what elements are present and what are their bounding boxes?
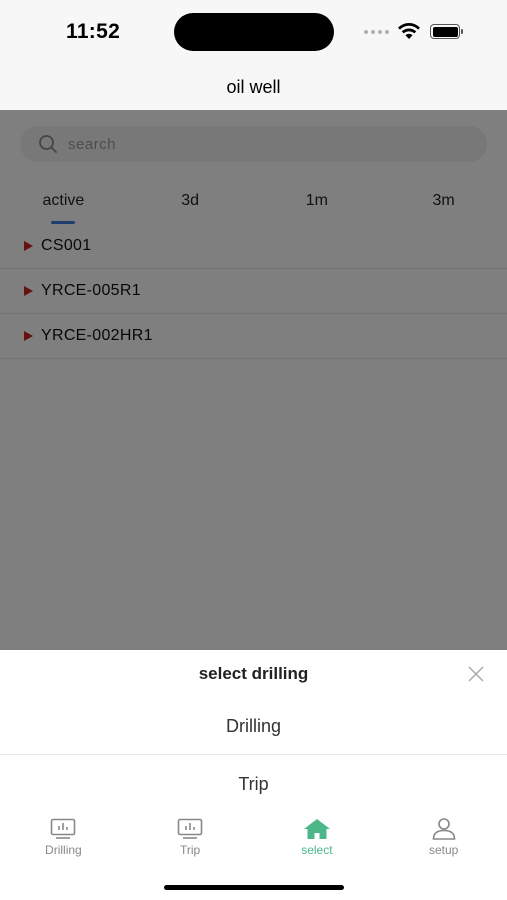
status-time: 11:52 (66, 20, 121, 43)
tabbar-label: setup (428, 843, 459, 857)
wifi-icon (398, 23, 420, 39)
sheet-title: select drilling (198, 664, 309, 683)
close-icon[interactable] (466, 664, 486, 684)
signal-dots-icon (364, 30, 389, 34)
monitor-chart-icon (51, 818, 76, 839)
tabbar-item-trip[interactable]: Trip (127, 812, 254, 868)
status-bar: 11:52 (0, 0, 507, 64)
dynamic-island (174, 13, 334, 51)
home-indicator[interactable] (164, 885, 344, 890)
user-icon (432, 818, 455, 840)
tabbar-item-select[interactable]: select (254, 812, 381, 868)
battery-icon (430, 24, 463, 39)
monitor-chart-icon (177, 818, 203, 839)
nav-bar: oil well (0, 64, 507, 110)
bottom-tab-bar: Drilling Trip select setup (0, 812, 507, 868)
tabbar-label: select (301, 843, 333, 857)
tabbar-item-setup[interactable]: setup (380, 812, 507, 868)
option-drilling[interactable]: Drilling (0, 698, 507, 755)
tabbar-item-drilling[interactable]: Drilling (0, 812, 127, 868)
tabbar-label: Trip (180, 843, 201, 857)
home-icon (303, 819, 330, 839)
option-trip[interactable]: Trip (0, 756, 507, 813)
page-title: oil well (226, 76, 281, 97)
tabbar-label: Drilling (45, 843, 82, 857)
modal-backdrop[interactable] (0, 110, 507, 650)
